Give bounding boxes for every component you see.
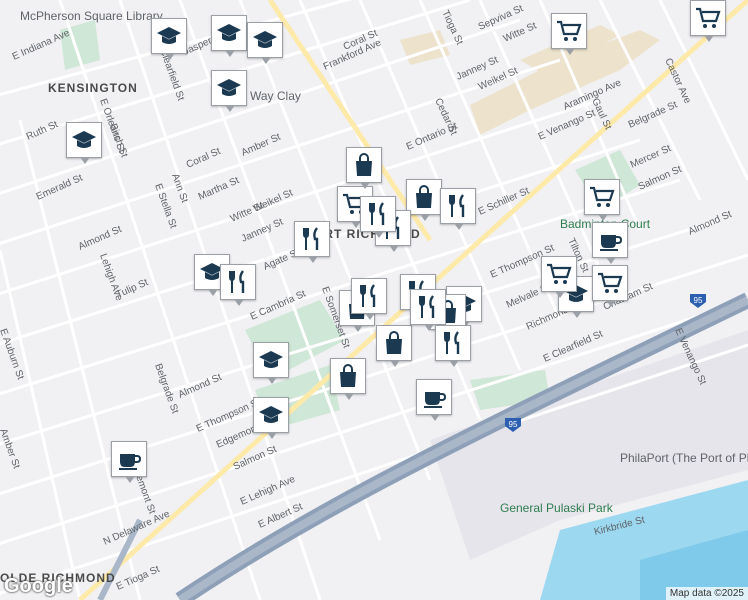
graduation-cap-icon (259, 351, 283, 368)
poi-label-way-clay[interactable]: Way Clay (250, 89, 301, 103)
education-marker[interactable] (151, 18, 187, 60)
cafe-marker[interactable] (416, 379, 452, 421)
coffee-cup-icon (600, 235, 623, 251)
education-marker[interactable] (253, 342, 289, 384)
svg-text:Amber St: Amber St (240, 132, 283, 159)
shopping-marker[interactable] (406, 179, 442, 221)
poi-label-philaport[interactable]: PhilaPort (The Port of Philadelphia) (620, 451, 748, 465)
coffee-cup-icon (424, 392, 447, 408)
map-attribution[interactable]: Map data ©2025 (665, 587, 748, 600)
svg-text:Martha St: Martha St (197, 175, 241, 203)
education-marker[interactable] (211, 70, 247, 112)
svg-text:Almond St: Almond St (687, 209, 734, 238)
svg-text:Coral St: Coral St (185, 146, 223, 171)
poi-label-pulaski-park[interactable]: General Pulaski Park (500, 501, 614, 515)
google-logo[interactable]: Google (4, 575, 73, 598)
svg-text:Ruth St: Ruth St (25, 119, 60, 143)
fork-knife-icon (303, 227, 319, 250)
restaurant-marker[interactable] (294, 221, 330, 263)
graduation-cap-icon (217, 79, 241, 96)
shopping-bag-icon (386, 331, 402, 354)
interstate-95-shield: 95 (690, 294, 706, 308)
shopping-bag-icon (340, 364, 356, 387)
grocery-marker[interactable] (690, 0, 726, 42)
fork-knife-icon (229, 270, 245, 293)
svg-text:Salmon St: Salmon St (637, 164, 684, 193)
grocery-marker[interactable] (584, 179, 620, 221)
coffee-cup-icon (119, 454, 142, 470)
shopping-cart-icon (696, 7, 721, 28)
education-marker[interactable] (211, 15, 247, 57)
shopping-marker[interactable] (376, 325, 412, 367)
shopping-cart-icon (590, 186, 615, 207)
svg-text:95: 95 (694, 296, 703, 305)
svg-text:E Venango St: E Venango St (537, 108, 598, 143)
poi-label-library[interactable]: McPherson Square Library (20, 9, 163, 23)
grocery-marker[interactable] (592, 265, 628, 307)
svg-text:95: 95 (509, 420, 518, 429)
cafe-marker[interactable] (592, 222, 628, 264)
svg-text:E Clearfield St: E Clearfield St (542, 329, 605, 365)
shopping-cart-icon (598, 272, 623, 293)
fork-knife-icon (360, 284, 376, 307)
education-marker[interactable] (66, 122, 102, 164)
restaurant-marker[interactable] (410, 289, 446, 331)
svg-text:Almond St: Almond St (77, 224, 124, 253)
graduation-cap-icon (72, 131, 96, 148)
fork-knife-icon (444, 331, 460, 354)
education-marker[interactable] (253, 397, 289, 439)
fork-knife-icon (419, 295, 435, 318)
restaurant-marker[interactable] (220, 264, 256, 306)
restaurant-marker[interactable] (351, 278, 387, 320)
grocery-marker[interactable] (541, 256, 577, 298)
restaurant-marker[interactable] (360, 196, 396, 238)
restaurant-marker[interactable] (435, 325, 471, 367)
restaurant-marker[interactable] (440, 188, 476, 230)
shopping-marker[interactable] (330, 358, 366, 400)
shopping-marker[interactable] (346, 147, 382, 189)
svg-text:Lehigh Ave: Lehigh Ave (97, 252, 124, 303)
shopping-bag-icon (416, 185, 432, 208)
svg-text:Mercer St: Mercer St (629, 143, 673, 171)
fork-knife-icon (449, 194, 465, 217)
svg-text:Amber St: Amber St (0, 427, 22, 470)
shopping-cart-icon (557, 20, 582, 41)
graduation-cap-icon (217, 24, 241, 41)
svg-text:Emerald St: Emerald St (35, 172, 85, 202)
graduation-cap-icon (253, 31, 277, 48)
fork-knife-icon (369, 202, 385, 225)
shopping-bag-icon (356, 153, 372, 176)
graduation-cap-icon (259, 406, 283, 423)
cafe-marker[interactable] (111, 441, 147, 483)
education-marker[interactable] (247, 22, 283, 64)
graduation-cap-icon (157, 27, 181, 44)
grocery-marker[interactable] (551, 13, 587, 55)
shopping-cart-icon (547, 263, 572, 284)
area-label-kensington: KENSINGTON (48, 81, 138, 95)
